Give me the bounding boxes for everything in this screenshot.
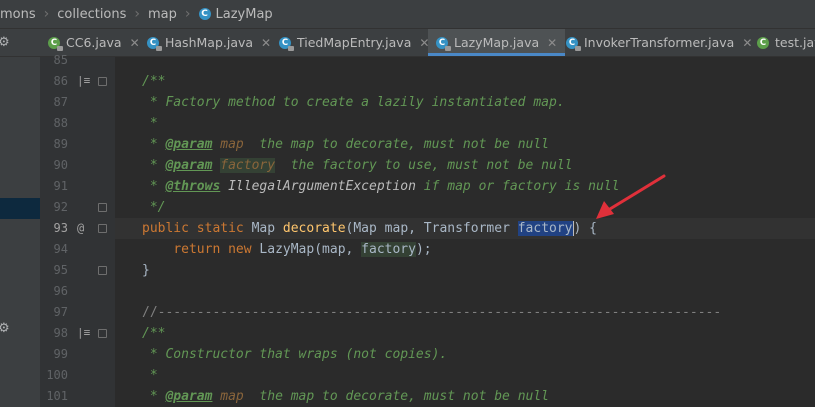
annotation-arrow-icon [596,174,666,219]
